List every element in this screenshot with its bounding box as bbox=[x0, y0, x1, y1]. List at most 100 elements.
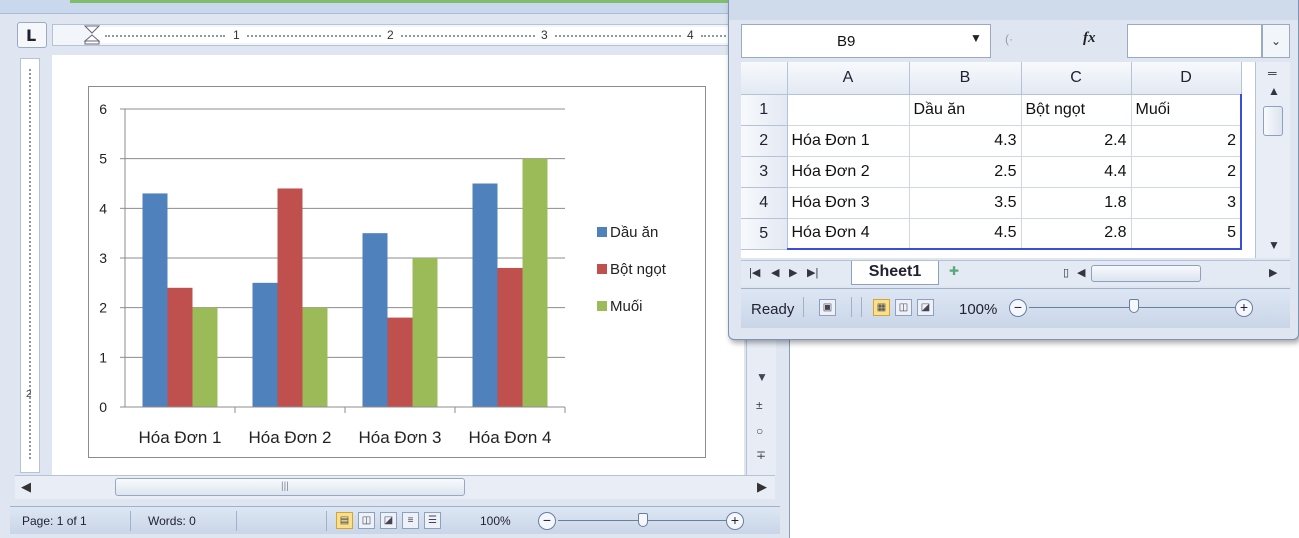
scroll-left-arrow-icon[interactable]: ◀ bbox=[1077, 266, 1085, 279]
draft-view-button[interactable]: ☰ bbox=[424, 512, 441, 529]
previous-page-icon[interactable]: ± bbox=[756, 398, 763, 412]
embedded-chart[interactable]: 0123456 Hóa Đơn 1 Hóa Đơn 2 Hóa Đơn 3 Hóa Đ… bbox=[88, 86, 706, 458]
bar bbox=[497, 267, 523, 407]
cell[interactable]: Hóa Đơn 3 bbox=[787, 187, 910, 219]
insert-sheet-icon[interactable]: ✚ bbox=[949, 264, 979, 282]
horizontal-ruler[interactable]: 1 2 3 4 bbox=[52, 24, 742, 46]
zoom-out-button[interactable]: − bbox=[538, 512, 556, 530]
bar bbox=[387, 317, 413, 407]
expand-formula-bar-icon[interactable]: ⌄ bbox=[1262, 24, 1290, 58]
row-header[interactable]: 1 bbox=[741, 94, 788, 126]
macro-record-icon[interactable]: ▣ bbox=[819, 299, 836, 316]
indent-marker-icon[interactable] bbox=[83, 25, 101, 45]
legend-label: Dầu ăn bbox=[610, 224, 658, 241]
previous-sheet-icon[interactable]: ◀ bbox=[771, 266, 779, 279]
row-header[interactable]: 4 bbox=[741, 187, 788, 219]
scrollbar-thumb[interactable]: ||| bbox=[115, 478, 465, 496]
cell[interactable]: Bột ngọt bbox=[1021, 94, 1132, 126]
cell[interactable]: 2 bbox=[1131, 156, 1242, 188]
sheet-tab[interactable]: Sheet1 bbox=[851, 261, 939, 285]
bar bbox=[277, 188, 303, 407]
column-header-d[interactable]: D bbox=[1131, 62, 1242, 95]
horizontal-scrollbar[interactable]: ◀ ||| ▶ bbox=[15, 475, 775, 499]
split-box-icon[interactable]: ═ bbox=[1268, 66, 1277, 80]
page-layout-view-button[interactable]: ◫ bbox=[895, 299, 912, 316]
table-row: 5 Hóa Đơn 4 4.5 2.8 5 bbox=[741, 218, 1242, 250]
cell[interactable]: 4.5 bbox=[909, 218, 1022, 250]
column-header-a[interactable]: A bbox=[787, 62, 910, 95]
spreadsheet-grid[interactable]: A B C D 1 Dầu ăn Bột ngọt Muối 2 Hóa Đơn… bbox=[741, 62, 1255, 258]
outline-view-button[interactable]: ≡ bbox=[402, 512, 419, 529]
row-header[interactable]: 3 bbox=[741, 156, 788, 188]
cell[interactable] bbox=[787, 94, 910, 126]
excel-top-strip bbox=[729, 0, 1298, 20]
select-browse-object-icon[interactable]: ○ bbox=[756, 424, 763, 438]
cell[interactable]: 3.5 bbox=[909, 187, 1022, 219]
ruler-number: 2 bbox=[387, 28, 394, 42]
cell[interactable]: 2.4 bbox=[1021, 125, 1132, 157]
zoom-slider-thumb[interactable] bbox=[1129, 299, 1139, 313]
scroll-right-arrow-icon[interactable]: ▶ bbox=[1269, 266, 1277, 279]
scroll-down-arrow-icon[interactable]: ▼ bbox=[1268, 238, 1280, 252]
row-header[interactable]: 2 bbox=[741, 125, 788, 157]
print-layout-view-button[interactable]: ▤ bbox=[336, 512, 353, 529]
word-window: L 1 2 3 4 2 0123456 Hóa Đơn 1 Hóa Đơn 2 Hó… bbox=[0, 0, 790, 538]
cell[interactable]: Dầu ăn bbox=[909, 94, 1022, 126]
web-layout-view-button[interactable]: ◪ bbox=[380, 512, 397, 529]
page-break-preview-button[interactable]: ◪ bbox=[917, 299, 934, 316]
y-tick-label: 2 bbox=[99, 300, 107, 316]
cell[interactable]: Muối bbox=[1131, 94, 1242, 126]
select-all-corner[interactable] bbox=[741, 62, 788, 95]
cell[interactable]: 5 bbox=[1131, 218, 1242, 250]
zoom-in-button[interactable]: + bbox=[726, 512, 744, 530]
cell[interactable]: Hóa Đơn 2 bbox=[787, 156, 910, 188]
next-page-icon[interactable]: ∓ bbox=[756, 448, 766, 462]
column-header-c[interactable]: C bbox=[1021, 62, 1132, 95]
cell[interactable]: 2.8 bbox=[1021, 218, 1132, 250]
scrollbar-thumb[interactable] bbox=[1263, 106, 1283, 136]
name-box[interactable]: B9 ▼ bbox=[741, 24, 991, 58]
zoom-level[interactable]: 100% bbox=[480, 514, 511, 528]
cell[interactable]: 4.4 bbox=[1021, 156, 1132, 188]
column-header-b[interactable]: B bbox=[909, 62, 1022, 95]
vertical-scrollbar[interactable]: ▼ ± ○ ∓ bbox=[746, 330, 776, 475]
formula-buttons: (· fx bbox=[997, 24, 1127, 58]
formula-cancel-icon[interactable]: (· bbox=[1005, 32, 1013, 46]
cell[interactable]: 1.8 bbox=[1021, 187, 1132, 219]
bar bbox=[472, 183, 498, 407]
full-screen-reading-view-button[interactable]: ◫ bbox=[358, 512, 375, 529]
row-header[interactable]: 5 bbox=[741, 218, 788, 250]
scroll-down-arrow-icon[interactable]: ▼ bbox=[756, 370, 768, 384]
normal-view-button[interactable]: ▦ bbox=[873, 299, 890, 316]
tab-split-icon[interactable]: ▯ bbox=[1063, 266, 1069, 279]
scroll-right-arrow-icon[interactable]: ▶ bbox=[757, 479, 767, 495]
horizontal-scrollbar-thumb[interactable] bbox=[1091, 265, 1201, 282]
cell[interactable]: Hóa Đơn 1 bbox=[787, 125, 910, 157]
cell[interactable]: 3 bbox=[1131, 187, 1242, 219]
formula-bar-input[interactable] bbox=[1127, 24, 1262, 58]
excel-window: B9 ▼ (· fx ⌄ A B C D 1 Dầu ăn Bột ngọt M… bbox=[728, 0, 1299, 340]
insert-function-icon[interactable]: fx bbox=[1083, 30, 1096, 47]
chevron-down-icon[interactable]: ▼ bbox=[970, 31, 982, 45]
page-count[interactable]: Page: 1 of 1 bbox=[22, 514, 87, 528]
last-sheet-icon[interactable]: ▶| bbox=[807, 266, 818, 279]
scroll-left-arrow-icon[interactable]: ◀ bbox=[21, 479, 31, 495]
word-count[interactable]: Words: 0 bbox=[148, 514, 196, 528]
zoom-level[interactable]: 100% bbox=[959, 301, 997, 318]
x-tick-label: Hóa Đơn 3 bbox=[359, 428, 442, 447]
cell[interactable]: 2.5 bbox=[909, 156, 1022, 188]
bar bbox=[362, 233, 388, 407]
cell[interactable]: 2 bbox=[1131, 125, 1242, 157]
first-sheet-icon[interactable]: |◀ bbox=[749, 266, 760, 279]
cell[interactable]: 4.3 bbox=[909, 125, 1022, 157]
tab-selector-button[interactable]: L bbox=[17, 22, 47, 48]
zoom-in-button[interactable]: + bbox=[1235, 299, 1253, 317]
cell[interactable]: Hóa Đơn 4 bbox=[787, 218, 910, 250]
chart-legend: Dầu ăn Bột ngọt Muối bbox=[597, 224, 667, 315]
zoom-slider-thumb[interactable] bbox=[638, 513, 648, 527]
vertical-ruler[interactable]: 2 bbox=[20, 58, 40, 473]
next-sheet-icon[interactable]: ▶ bbox=[789, 266, 797, 279]
scroll-up-arrow-icon[interactable]: ▲ bbox=[1268, 84, 1280, 98]
vertical-scrollbar[interactable]: ═ ▲ ▼ bbox=[1255, 62, 1290, 258]
zoom-out-button[interactable]: − bbox=[1009, 299, 1027, 317]
